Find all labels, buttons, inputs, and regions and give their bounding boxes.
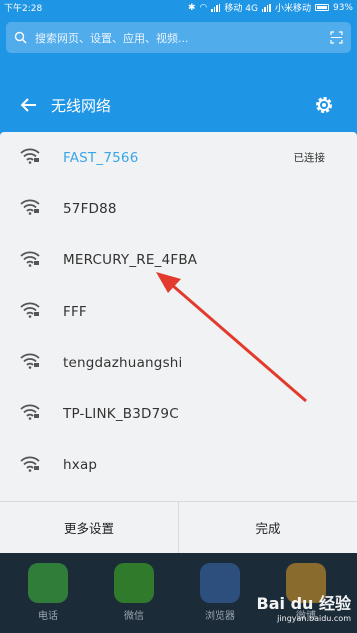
search-icon (14, 31, 27, 44)
wifi-network-item[interactable]: FAST_7566 已连接 (0, 132, 357, 183)
signal-icon-2 (261, 3, 271, 12)
wifi-lock-icon (20, 199, 40, 216)
wifi-lock-icon (20, 148, 40, 164)
wifi-ssid: TP-LINK_B3D79C (63, 406, 179, 423)
wifi-lock-icon (20, 302, 40, 318)
wifi-list: FAST_7566 已连接 57FD88 MERCURY_RE_4FBA FFF teng… (0, 132, 357, 491)
bluetooth-icon: ✱ (188, 2, 196, 13)
carrier-2: 小米移动 (274, 4, 311, 14)
wifi-lock-icon (20, 456, 40, 472)
wifi-lock-icon (20, 251, 40, 267)
back-arrow-icon[interactable] (18, 94, 40, 116)
dock-app-browser: 浏览器 (196, 563, 244, 622)
wifi-ssid: FAST_7566 (63, 149, 139, 166)
status-bar: 下午2:28 ✱ ◠ 移动 4G 小米移动 93% (0, 0, 357, 15)
page-header: 无线网络 (0, 85, 357, 125)
carrier-1: 移动 4G (224, 4, 258, 14)
sheet-footer: 更多设置 完成 (0, 501, 357, 553)
battery-percent: 93% (332, 2, 353, 13)
browser-icon (200, 563, 240, 603)
wifi-network-item[interactable]: hxap (0, 440, 357, 491)
dock-label: 微信 (124, 611, 144, 622)
phone-icon (28, 563, 68, 603)
wifi-network-item[interactable]: tengdazhuangshi (0, 337, 357, 388)
gear-icon[interactable] (313, 94, 335, 116)
wifi-network-item[interactable]: MERCURY_RE_4FBA (0, 235, 357, 286)
wifi-network-item[interactable]: FFF (0, 286, 357, 337)
done-button[interactable]: 完成 (178, 502, 357, 553)
battery-icon (314, 4, 329, 11)
dock-label: 浏览器 (205, 611, 235, 622)
wifi-sheet: FAST_7566 已连接 57FD88 MERCURY_RE_4FBA FFF teng… (0, 132, 357, 553)
wifi-network-item[interactable]: TP-LINK_B3D79C (0, 388, 357, 439)
status-icons: ✱ ◠ 移动 4G 小米移动 93% (188, 1, 353, 15)
wifi-ssid: MERCURY_RE_4FBA (63, 252, 198, 269)
scan-icon[interactable] (330, 31, 343, 44)
wifi-ssid: FFF (63, 303, 87, 320)
wifi-connection-status: 已连接 (293, 152, 326, 165)
watermark-brand: Bai du 经验 (256, 594, 351, 613)
dock-label: 电话 (38, 611, 58, 622)
wifi-ssid: hxap (63, 457, 98, 474)
wifi-lock-icon (20, 353, 40, 369)
search-bar[interactable]: 搜索网页、设置、应用、视频... (6, 22, 351, 53)
wifi-network-item[interactable]: 57FD88 (0, 183, 357, 234)
wifi-status-icon: ◠ (199, 2, 208, 13)
baidu-jingyan-watermark: Bai du 经验 jingyan.baidu.com (257, 590, 351, 623)
wechat-icon (114, 563, 154, 603)
more-settings-button[interactable]: 更多设置 (0, 502, 178, 553)
dock-app-phone: 电话 (24, 563, 72, 622)
page-title: 无线网络 (51, 96, 112, 115)
wifi-lock-icon (20, 404, 40, 421)
watermark-url: jingyan.baidu.com (277, 614, 351, 623)
wifi-ssid: 57FD88 (63, 200, 117, 217)
signal-icon (211, 3, 221, 12)
status-time: 下午2:28 (4, 4, 43, 14)
search-placeholder: 搜索网页、设置、应用、视频... (35, 31, 189, 45)
wifi-ssid: tengdazhuangshi (63, 354, 183, 371)
dock-app-wechat: 微信 (110, 563, 158, 622)
